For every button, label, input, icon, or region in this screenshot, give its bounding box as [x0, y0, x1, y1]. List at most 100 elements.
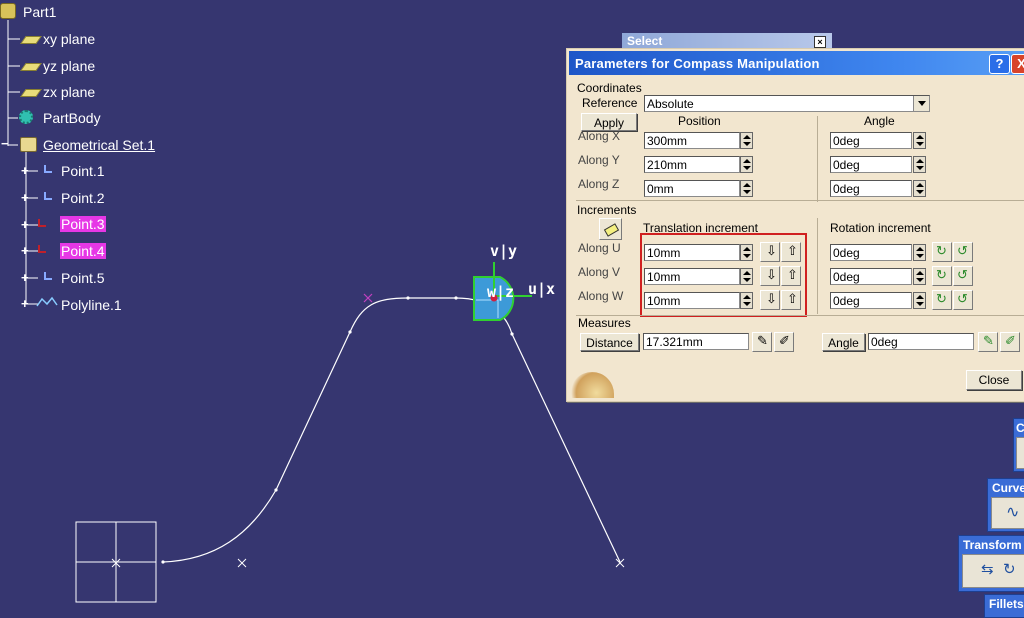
column-separator [817, 116, 818, 202]
angle-y-field[interactable]: 0deg [830, 156, 912, 173]
eraser-icon [603, 223, 620, 237]
toolbar-curve-title: Curve [992, 481, 1024, 495]
pencil-icon: ✎ [983, 333, 994, 348]
eraser-button[interactable] [599, 218, 622, 240]
distance-value-field[interactable]: 17.321mm [643, 333, 749, 350]
reference-select[interactable]: Absolute [644, 95, 930, 112]
pencil-icon: ✐ [779, 333, 790, 348]
tree-item-point-4[interactable]: Point.4 [60, 243, 106, 259]
coordinates-section-label: Coordinates [577, 81, 642, 95]
rotate-icon: ↻ [1003, 561, 1016, 578]
expand-icon[interactable]: + [21, 164, 30, 177]
toolbar-transform[interactable]: Transform ⇆ ↻ [958, 535, 1024, 592]
position-x-field[interactable]: 300mm [644, 132, 740, 149]
spinner-icon[interactable] [740, 156, 753, 173]
dialog-title-bar[interactable]: Parameters for Compass Manipulation ? X [569, 51, 1024, 75]
compass-w-label: w|z [487, 283, 515, 301]
dialog-title: Parameters for Compass Manipulation [575, 56, 820, 71]
close-icon[interactable]: × [814, 36, 826, 48]
polyline-icon [36, 296, 58, 307]
along-y-label: Along Y [578, 153, 620, 167]
tree-item-zx-plane[interactable]: zx plane [43, 84, 95, 100]
spinner-icon[interactable] [913, 156, 926, 173]
rotate-ccw-u-button[interactable]: ↺ [953, 242, 973, 262]
tree-item-point-3[interactable]: Point.3 [60, 216, 106, 232]
pencil-icon: ✐ [1005, 333, 1016, 348]
angle-value-field[interactable]: 0deg [868, 333, 974, 350]
rotate-ccw-w-button[interactable]: ↺ [953, 290, 973, 310]
point-marker-selected [363, 293, 373, 303]
tree-root-part1[interactable]: Part1 [23, 4, 56, 20]
tree-item-point-2[interactable]: Point.2 [61, 190, 105, 206]
spinner-icon[interactable] [913, 244, 926, 261]
spinner-icon[interactable] [740, 132, 753, 149]
tree-item-point-5[interactable]: Point.5 [61, 270, 105, 286]
expand-icon[interactable]: + [21, 271, 30, 284]
angle-x-field[interactable]: 0deg [830, 132, 912, 149]
expand-icon[interactable]: + [21, 191, 30, 204]
position-z-field[interactable]: 0mm [644, 180, 740, 197]
point-icon [44, 192, 52, 200]
toolbar-c[interactable]: C [1013, 418, 1024, 472]
tree-item-polyline-1[interactable]: Polyline.1 [61, 297, 122, 313]
spinner-icon[interactable] [913, 180, 926, 197]
reference-select-value: Absolute [647, 97, 694, 111]
measure-pick-2-button[interactable]: ✐ [774, 332, 794, 352]
column-separator [817, 218, 818, 314]
toolbar-curve[interactable]: Curve ∿ [987, 478, 1024, 532]
select-toolbar[interactable]: Select × [622, 33, 832, 49]
rotate-ccw-v-button[interactable]: ↺ [953, 266, 973, 286]
expand-icon[interactable]: + [21, 218, 30, 231]
angle-button[interactable]: Angle [822, 333, 865, 351]
toolbar-transform-body[interactable]: ⇆ ↻ [962, 554, 1024, 588]
section-divider [576, 200, 1024, 201]
rotate-icon: ↻ [936, 267, 947, 282]
along-w-label: Along W [578, 289, 624, 303]
expand-icon[interactable]: + [21, 244, 30, 257]
polyline-curve [162, 297, 621, 563]
angle-pick-button[interactable]: ✎ [978, 332, 998, 352]
highlight-annotation-box [640, 233, 807, 317]
collapse-icon[interactable]: − [1, 137, 10, 150]
tree-item-point-1[interactable]: Point.1 [61, 163, 105, 179]
measure-pick-button[interactable]: ✎ [752, 332, 772, 352]
compass-u-label: u|x [528, 280, 556, 298]
toolbar-curve-body[interactable]: ∿ [991, 497, 1024, 529]
toolbar-transform-title: Transform [963, 538, 1022, 552]
toolbar-c-body[interactable] [1016, 437, 1024, 469]
angle-z-field[interactable]: 0deg [830, 180, 912, 197]
tree-item-partbody[interactable]: PartBody [43, 110, 101, 126]
toolbar-c-title: C [1016, 421, 1024, 435]
dialog-close-x-button[interactable]: X [1011, 54, 1024, 74]
rotate-icon: ↺ [957, 267, 968, 282]
along-z-label: Along Z [578, 177, 620, 191]
rotate-cw-u-button[interactable]: ↻ [932, 242, 952, 262]
distance-button[interactable]: Distance [580, 333, 639, 351]
rotate-cw-v-button[interactable]: ↻ [932, 266, 952, 286]
rotation-v-field[interactable]: 0deg [830, 268, 912, 285]
geometrical-set-icon [20, 137, 37, 152]
toolbar-fillets[interactable]: Fillets [984, 594, 1024, 618]
spinner-icon[interactable] [913, 268, 926, 285]
help-button[interactable]: ? [989, 54, 1010, 74]
angle-header: Angle [864, 114, 895, 128]
position-y-field[interactable]: 210mm [644, 156, 740, 173]
rotation-u-field[interactable]: 0deg [830, 244, 912, 261]
spinner-icon[interactable] [913, 292, 926, 309]
along-v-label: Along V [578, 265, 621, 279]
spinner-icon[interactable] [740, 180, 753, 197]
expand-icon[interactable]: + [21, 297, 30, 310]
along-u-label: Along U [578, 241, 621, 255]
along-x-label: Along X [578, 129, 621, 143]
tree-item-yz-plane[interactable]: yz plane [43, 58, 95, 74]
angle-pick-2-button[interactable]: ✐ [1000, 332, 1020, 352]
rotation-w-field[interactable]: 0deg [830, 292, 912, 309]
rotate-icon: ↻ [936, 243, 947, 258]
spinner-icon[interactable] [913, 132, 926, 149]
tree-item-xy-plane[interactable]: xy plane [43, 31, 95, 47]
curve-vertices [161, 296, 514, 564]
close-button[interactable]: Close [966, 370, 1022, 390]
tree-item-geometrical-set[interactable]: Geometrical Set.1 [43, 137, 155, 153]
chevron-down-icon[interactable] [913, 96, 929, 111]
rotate-cw-w-button[interactable]: ↻ [932, 290, 952, 310]
